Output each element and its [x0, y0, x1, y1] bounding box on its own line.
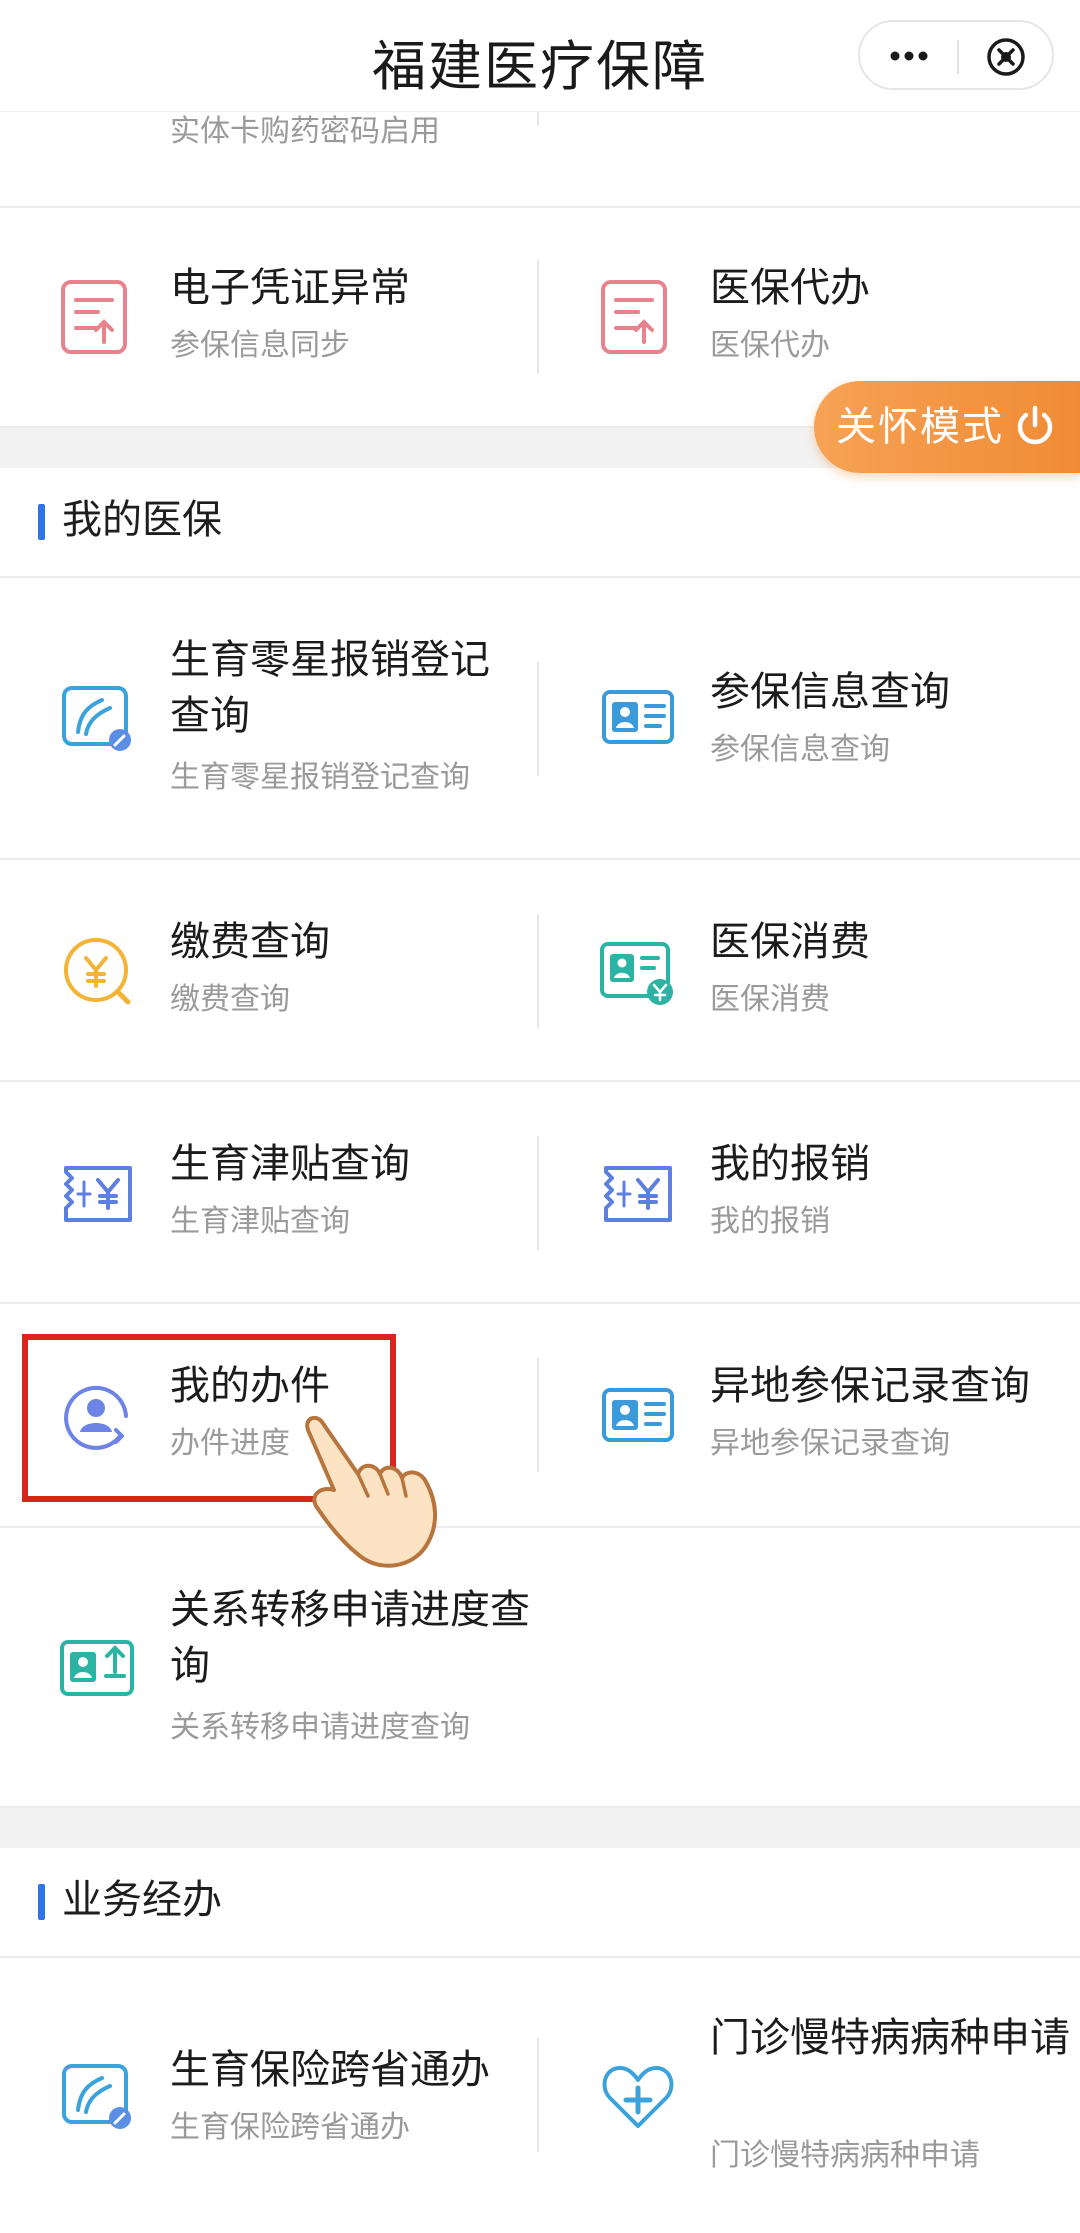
section-title: 业务经办	[62, 1877, 222, 1923]
yuan-coin-search-icon	[64, 938, 131, 1005]
document-upload-icon	[61, 280, 127, 354]
service-row: 关系转移申请进度查询 关系转移申请进度查询	[0, 1528, 1080, 1808]
more-dots-icon	[890, 51, 928, 61]
section-header-my-insurance: 我的医保	[0, 468, 1080, 578]
service-item-maternity-cross-province[interactable]: 生育保险跨省通办 生育保险跨省通办	[0, 1958, 540, 2233]
service-item-remote-insurance-record[interactable]: 异地参保记录查询 异地参保记录查询	[540, 1304, 1080, 1526]
service-item-subtitle: 参保信息查询	[710, 732, 890, 767]
service-row: 生育津贴查询 生育津贴查询 我的报销 我的报销	[0, 1082, 1080, 1304]
service-row: 生育保险跨省通办 生育保险跨省通办 门诊慢特病病种申请 门诊慢特病病种申请	[0, 1958, 1080, 2233]
close-button[interactable]	[959, 22, 1056, 88]
id-card-upload-icon	[60, 1640, 134, 1696]
service-item-transfer-progress[interactable]: 关系转移申请进度查询 关系转移申请进度查询	[0, 1528, 540, 1806]
service-item-title: 参保信息查询	[710, 669, 950, 715]
service-item-e-voucher[interactable]: 电子凭证异常 参保信息同步	[0, 208, 540, 426]
service-item-subtitle: 生育津贴查询	[170, 1204, 350, 1239]
service-item-subtitle: 生育保险跨省通办	[170, 2110, 410, 2145]
service-item-subtitle: 我的报销	[710, 1204, 830, 1239]
service-item-subtitle: 实体卡购药密码启用	[170, 114, 440, 149]
service-item-insurance-spending[interactable]: 医保消费 医保消费	[540, 860, 1080, 1080]
more-button[interactable]	[860, 22, 957, 88]
id-card-icon	[602, 690, 674, 744]
service-item-subtitle: 门诊慢特病病种申请	[710, 2138, 980, 2173]
service-item-title: 电子凭证异常	[170, 265, 410, 311]
service-item-subtitle: 生育零星报销登记查询	[170, 760, 470, 795]
yuan-ticket-icon	[604, 1166, 672, 1222]
service-item-title: 我的报销	[710, 1141, 870, 1187]
heart-plus-icon	[602, 2066, 674, 2128]
care-mode-label: 关怀模式	[836, 404, 1004, 450]
service-item-maternity-allowance[interactable]: 生育津贴查询 生育津贴查询	[0, 1082, 540, 1302]
service-item-title: 生育保险跨省通办	[170, 2047, 490, 2093]
partial-row: 实体卡购药密码启用	[0, 112, 1080, 208]
service-item-card-password[interactable]: 实体卡购药密码启用	[0, 112, 540, 206]
service-item-chronic-disease-application[interactable]: 门诊慢特病病种申请 门诊慢特病病种申请	[540, 1958, 1080, 2233]
service-item-title: 生育零星报销登记查询	[170, 637, 490, 739]
service-item-my-reimbursement[interactable]: 我的报销 我的报销	[540, 1082, 1080, 1302]
maternity-card-icon	[62, 2064, 131, 2129]
document-upload-icon	[601, 280, 667, 354]
service-item-title: 缴费查询	[170, 919, 330, 965]
service-item-title: 关系转移申请进度查询	[170, 1587, 530, 1689]
pointing-hand-icon	[305, 1415, 438, 1568]
maternity-card-icon	[62, 686, 131, 751]
service-item-subtitle: 关系转移申请进度查询	[170, 1710, 470, 1745]
section-accent-bar	[38, 504, 45, 540]
care-mode-button[interactable]: 关怀模式	[814, 381, 1080, 473]
section-title: 我的医保	[62, 497, 222, 543]
service-item-title: 异地参保记录查询	[710, 1363, 1030, 1409]
service-item-subtitle: 医保代办	[710, 328, 830, 363]
close-circle-icon	[987, 38, 1025, 76]
service-row: 生育零星报销登记查询 生育零星报销登记查询 参保信息查询 参保信息查询	[0, 578, 1080, 860]
id-card-yuan-icon	[600, 942, 673, 1005]
service-item-title: 医保代办	[710, 265, 870, 311]
service-row: 缴费查询 缴费查询 医保消费 医保消费	[0, 860, 1080, 1082]
service-item-title: 生育津贴查询	[170, 1141, 410, 1187]
service-item-subtitle: 参保信息同步	[170, 328, 350, 363]
section-header-business: 业务经办	[0, 1848, 1080, 1958]
id-card-icon	[602, 1388, 674, 1442]
section-gap	[0, 1808, 1080, 1848]
yuan-ticket-icon	[64, 1166, 132, 1222]
service-item-title: 医保消费	[710, 919, 870, 965]
service-item-title: 门诊慢特病病种申请	[710, 2015, 1070, 2061]
title-bar: 福建医疗保障	[0, 0, 1080, 112]
service-item-payment-query[interactable]: 缴费查询 缴费查询	[0, 860, 540, 1080]
service-item-insurance-info[interactable]: 参保信息查询 参保信息查询	[540, 578, 1080, 858]
power-icon	[1017, 405, 1053, 445]
section-accent-bar	[38, 1884, 45, 1920]
mini-program-capsule	[858, 20, 1054, 90]
service-item-subtitle: 异地参保记录查询	[710, 1426, 950, 1461]
service-item-subtitle: 医保消费	[710, 982, 830, 1017]
service-item-subtitle: 缴费查询	[170, 982, 290, 1017]
service-item-maternity-reimbursement[interactable]: 生育零星报销登记查询 生育零星报销登记查询	[0, 578, 540, 858]
